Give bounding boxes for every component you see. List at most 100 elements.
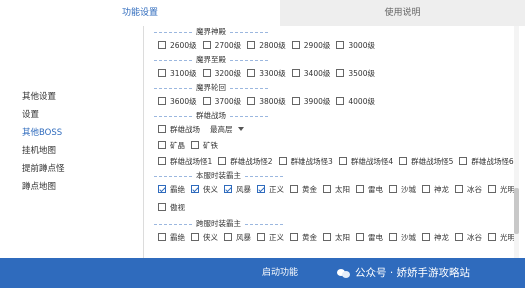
checkbox-cross-fengbao[interactable]: 风暴	[224, 232, 251, 243]
checkbox-box[interactable]	[257, 233, 265, 241]
checkbox-box[interactable]	[257, 185, 265, 193]
checkbox-box[interactable]	[191, 141, 199, 149]
checkbox-local-fengbao[interactable]: 风暴	[224, 184, 251, 195]
checkbox-level-4000[interactable]: 4000级	[336, 96, 375, 107]
checkbox-box[interactable]	[247, 41, 256, 49]
checkbox-mine-iron[interactable]: 矿铁	[191, 140, 218, 151]
checkbox-level-3100[interactable]: 3100级	[158, 68, 197, 79]
checkbox-box[interactable]	[336, 69, 345, 77]
checkbox-cross-xiayi[interactable]: 侠义	[191, 232, 218, 243]
checkbox-box[interactable]	[356, 233, 364, 241]
checkbox-box[interactable]	[336, 41, 345, 49]
checkbox-box[interactable]	[224, 185, 232, 193]
checkbox-box[interactable]	[399, 157, 408, 165]
floor-select[interactable]: 最高层	[210, 124, 244, 135]
checkbox-level-3600[interactable]: 3600级	[158, 96, 197, 107]
checkbox-box[interactable]	[488, 233, 496, 241]
sidebar-item-other-settings[interactable]: 其他设置	[22, 88, 122, 106]
checkbox-box[interactable]	[389, 233, 397, 241]
checkbox-box[interactable]	[323, 185, 331, 193]
checkbox-box[interactable]	[291, 97, 300, 105]
checkbox-box[interactable]	[459, 157, 468, 165]
start-function-button[interactable]: 启动功能	[230, 258, 330, 288]
checkbox-heroes-battlefield[interactable]: 群雄战场	[158, 124, 200, 135]
checkbox-battlefield-monster-2[interactable]: 群雄战场怪2	[218, 156, 273, 167]
checkbox-local-aoshi[interactable]: 傲视	[158, 202, 185, 213]
checkbox-level-3200[interactable]: 3200级	[202, 68, 241, 79]
checkbox-cross-zhengyi[interactable]: 正义	[257, 232, 284, 243]
checkbox-box[interactable]	[158, 69, 166, 77]
checkbox-box[interactable]	[336, 97, 345, 105]
checkbox-box[interactable]	[158, 203, 166, 211]
checkbox-level-3500[interactable]: 3500级	[336, 68, 375, 79]
checkbox-cross-leidian[interactable]: 雷电	[356, 232, 383, 243]
checkbox-box[interactable]	[158, 157, 166, 165]
checkbox-level-3900[interactable]: 3900级	[291, 96, 330, 107]
checkbox-box[interactable]	[158, 141, 166, 149]
checkbox-battlefield-monster-5[interactable]: 群雄战场怪5	[399, 156, 453, 167]
checkbox-level-3000[interactable]: 3000级	[336, 40, 375, 51]
checkbox-local-taiyang[interactable]: 太阳	[323, 184, 350, 195]
checkbox-box[interactable]	[389, 185, 397, 193]
checkbox-battlefield-monster-6[interactable]: 群雄战场怪6	[459, 156, 514, 167]
checkbox-box[interactable]	[291, 41, 300, 49]
checkbox-cross-shacheng[interactable]: 沙城	[389, 232, 416, 243]
checkbox-box[interactable]	[291, 69, 300, 77]
checkbox-box[interactable]	[158, 97, 166, 105]
checkbox-level-3700[interactable]: 3700级	[202, 96, 241, 107]
checkbox-cross-shenlong[interactable]: 神龙	[422, 232, 449, 243]
checkbox-box[interactable]	[422, 233, 430, 241]
checkbox-local-huangjin[interactable]: 黄金	[290, 184, 317, 195]
checkbox-box[interactable]	[323, 233, 331, 241]
checkbox-box[interactable]	[158, 185, 166, 193]
checkbox-mine-crystal[interactable]: 矿晶	[158, 140, 185, 151]
checkbox-box[interactable]	[290, 185, 298, 193]
checkbox-cross-huangjin[interactable]: 黄金	[290, 232, 317, 243]
checkbox-box[interactable]	[455, 185, 463, 193]
checkbox-level-2600[interactable]: 2600级	[158, 40, 197, 51]
checkbox-local-xiayi[interactable]: 侠义	[191, 184, 218, 195]
sidebar-item-idle-map[interactable]: 挂机地图	[22, 142, 122, 160]
checkbox-box[interactable]	[202, 97, 211, 105]
checkbox-box[interactable]	[158, 41, 166, 49]
checkbox-local-leidian[interactable]: 雷电	[356, 184, 383, 195]
checkbox-box[interactable]	[455, 233, 463, 241]
checkbox-level-3800[interactable]: 3800级	[247, 96, 286, 107]
checkbox-cross-taiyang[interactable]: 太阳	[323, 232, 350, 243]
checkbox-box[interactable]	[278, 157, 287, 165]
checkbox-level-3400[interactable]: 3400级	[291, 68, 330, 79]
checkbox-box[interactable]	[422, 185, 430, 193]
checkbox-cross-binggu[interactable]: 冰谷	[455, 232, 482, 243]
checkbox-box[interactable]	[191, 185, 199, 193]
checkbox-local-shacheng[interactable]: 沙城	[389, 184, 416, 195]
checkbox-box[interactable]	[247, 69, 256, 77]
sidebar-item-other-boss[interactable]: 其他BOSS	[22, 124, 122, 142]
checkbox-cross-bajue[interactable]: 霸绝	[158, 232, 185, 243]
checkbox-cross-guangming[interactable]: 光明	[488, 232, 515, 243]
checkbox-box[interactable]	[191, 233, 199, 241]
checkbox-local-guangming[interactable]: 光明	[488, 184, 515, 195]
checkbox-local-shenlong[interactable]: 神龙	[422, 184, 449, 195]
checkbox-local-binggu[interactable]: 冰谷	[455, 184, 482, 195]
checkbox-battlefield-monster-3[interactable]: 群雄战场怪3	[278, 156, 333, 167]
checkbox-box[interactable]	[488, 185, 496, 193]
checkbox-box[interactable]	[290, 233, 298, 241]
checkbox-box[interactable]	[202, 69, 211, 77]
checkbox-local-zhengyi[interactable]: 正义	[257, 184, 284, 195]
checkbox-level-2900[interactable]: 2900级	[291, 40, 330, 51]
checkbox-battlefield-monster-1[interactable]: 群雄战场怪1	[158, 156, 212, 167]
checkbox-box[interactable]	[247, 97, 256, 105]
tab-usage-instructions[interactable]: 使用说明	[280, 0, 525, 26]
sidebar-item-settings[interactable]: 设置	[22, 106, 122, 124]
sidebar-item-camp-map[interactable]: 蹲点地图	[22, 178, 122, 196]
tab-function-settings[interactable]: 功能设置	[0, 0, 280, 26]
checkbox-level-2800[interactable]: 2800级	[247, 40, 286, 51]
checkbox-battlefield-monster-4[interactable]: 群雄战场怪4	[338, 156, 393, 167]
checkbox-level-3300[interactable]: 3300级	[247, 68, 286, 79]
sidebar-item-early-camp-monster[interactable]: 提前蹲点怪	[22, 160, 122, 178]
checkbox-box[interactable]	[356, 185, 364, 193]
checkbox-box[interactable]	[158, 125, 166, 133]
checkbox-box[interactable]	[158, 233, 166, 241]
checkbox-level-2700[interactable]: 2700级	[202, 40, 241, 51]
checkbox-box[interactable]	[202, 41, 211, 49]
